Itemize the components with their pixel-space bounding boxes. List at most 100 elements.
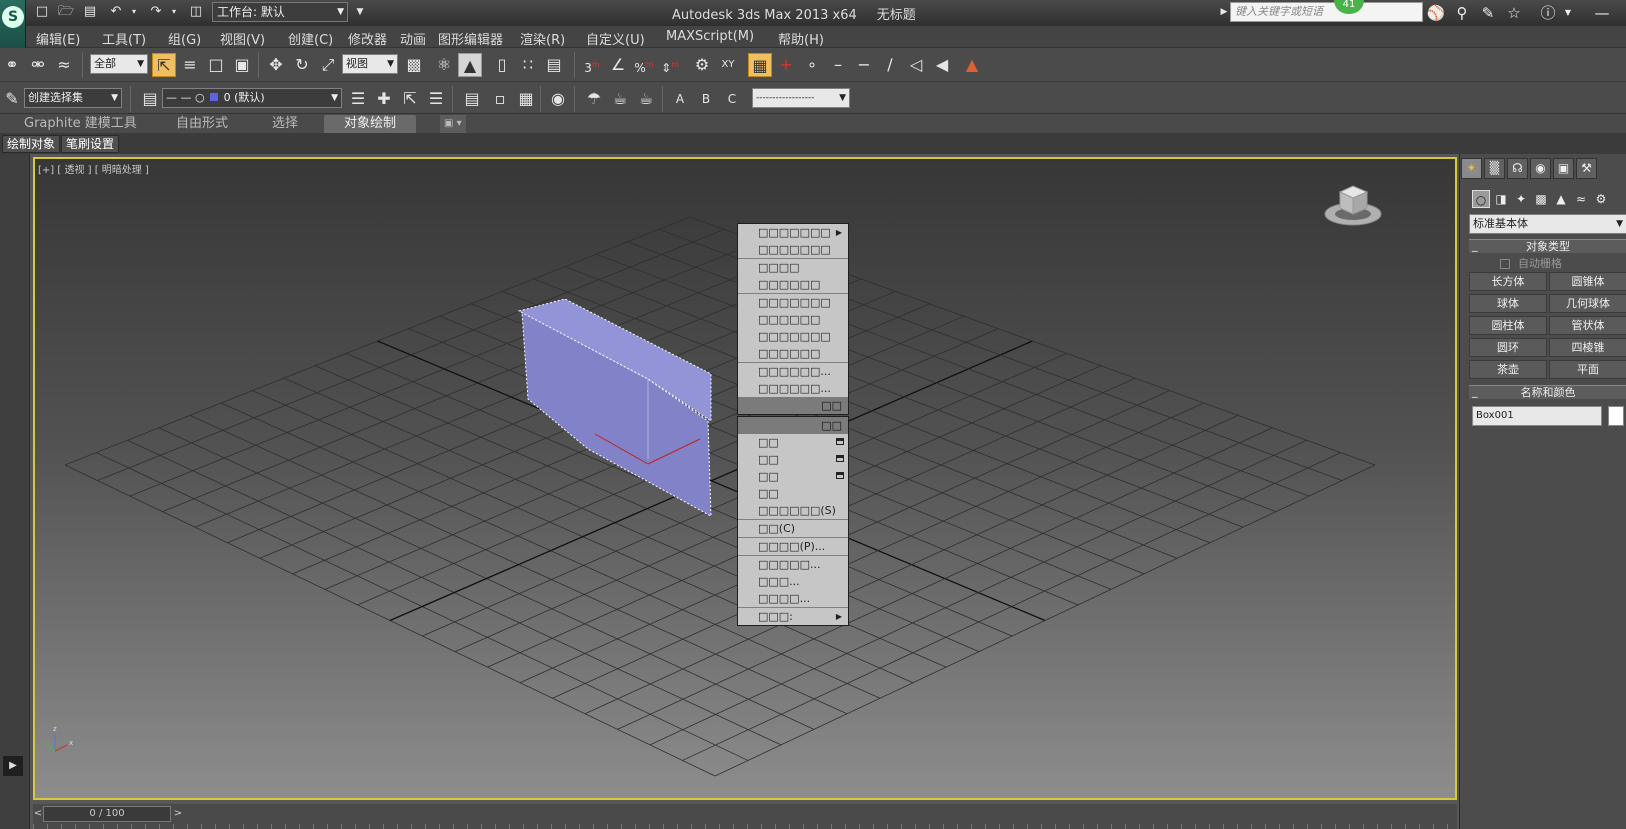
torus-button[interactable]: 圆环 bbox=[1469, 338, 1547, 357]
tab-freeform[interactable]: 自由形式 bbox=[176, 115, 228, 133]
grid-snap-icon[interactable]: ▦ bbox=[748, 53, 772, 77]
snap-tower-icon[interactable]: ▲ bbox=[960, 53, 984, 77]
selection-filter-dropdown[interactable]: 全部 ▼ bbox=[90, 54, 148, 74]
named-selection-icon[interactable]: ⚙ bbox=[690, 53, 714, 77]
mirror-icon[interactable]: ▯ bbox=[490, 53, 514, 77]
array-icon[interactable]: ∷ bbox=[516, 53, 540, 77]
tab-brush-settings[interactable]: 笔刷设置 bbox=[61, 135, 120, 153]
reference-coordinate-dropdown[interactable]: 视图 ▼ bbox=[342, 54, 398, 74]
ribbon-options-icon[interactable]: ▣ ▾ bbox=[440, 115, 466, 133]
pivot-snap-icon[interactable]: + bbox=[774, 53, 798, 77]
material-editor-icon[interactable]: ◉ bbox=[546, 87, 570, 111]
help-icon[interactable]: ⓘ bbox=[1538, 3, 1558, 23]
scale-icon[interactable]: ⤢ bbox=[316, 53, 340, 77]
quad-menu-item[interactable]: □□□□□□(S) bbox=[738, 502, 848, 519]
rendered-frame-window-icon[interactable]: ☕ bbox=[608, 87, 632, 111]
render-production-icon[interactable]: ☕ bbox=[634, 87, 658, 111]
spinner-snap-icon[interactable]: ⇕m bbox=[658, 53, 682, 77]
edit-named-selection-icon[interactable]: ✎ bbox=[0, 87, 24, 111]
snap-3d-icon[interactable]: 3m bbox=[580, 53, 604, 77]
star-icon[interactable]: ☆ bbox=[1504, 3, 1524, 23]
quad-menu-item[interactable]: □□□□□□ bbox=[738, 276, 848, 293]
center-face-snap-icon[interactable]: ◀ bbox=[930, 53, 954, 77]
render-teapot-a-icon[interactable]: A bbox=[668, 87, 692, 111]
geosphere-button[interactable]: 几何球体 bbox=[1549, 294, 1626, 313]
tab-graphite-modeling[interactable]: Graphite 建模工具 bbox=[24, 115, 137, 133]
helpers-icon[interactable]: ▲ bbox=[1552, 190, 1570, 208]
vertex-snap-icon[interactable]: ∘ bbox=[800, 53, 824, 77]
move-icon[interactable]: ✥ bbox=[264, 53, 288, 77]
tab-object-paint[interactable]: 对象绘制 bbox=[324, 115, 417, 133]
select-manipulate-icon[interactable]: ⚛ bbox=[432, 53, 456, 77]
create-tab-icon[interactable]: ✴ bbox=[1461, 158, 1482, 179]
quad-menu-item[interactable]: □□□□□□□ bbox=[738, 241, 848, 258]
quad-menu-item[interactable]: □□□... bbox=[738, 573, 848, 590]
minimize-icon[interactable]: — bbox=[1592, 3, 1612, 23]
bind-space-warp-icon[interactable]: ≈ bbox=[52, 53, 76, 77]
percent-snap-icon[interactable]: %m bbox=[632, 53, 656, 77]
viewport-label[interactable]: [+] [ 透视 ] [ 明暗处理 ] bbox=[38, 161, 149, 176]
tube-button[interactable]: 管状体 bbox=[1549, 316, 1626, 335]
settings-box-icon[interactable] bbox=[836, 438, 844, 445]
layer-dropdown[interactable]: — — ○ 0 (默认) ▼ bbox=[162, 88, 342, 108]
motion-tab-icon[interactable]: ◉ bbox=[1530, 158, 1551, 179]
quad-menu-item[interactable]: □□□: ▶ bbox=[738, 608, 848, 625]
quad-menu-item[interactable]: □□□□□... bbox=[738, 556, 848, 573]
menu-create[interactable]: 创建(C) bbox=[288, 29, 333, 48]
box-object[interactable] bbox=[517, 298, 712, 517]
next-frame-button[interactable]: > bbox=[173, 806, 183, 822]
menu-graph-editors[interactable]: 图形编辑器 bbox=[438, 29, 503, 48]
search-input[interactable]: 键入关键字或短语 bbox=[1230, 2, 1423, 22]
tab-selection[interactable]: 选择 bbox=[272, 115, 298, 133]
quad-menu-item[interactable]: □□ bbox=[738, 468, 848, 485]
rotate-icon[interactable]: ↻ bbox=[290, 53, 314, 77]
edge-snap-icon[interactable]: ∕ bbox=[878, 53, 902, 77]
menu-tools[interactable]: 工具(T) bbox=[102, 29, 146, 48]
space-warps-icon[interactable]: ≈ bbox=[1572, 190, 1590, 208]
link-icon[interactable]: ⚭ bbox=[0, 53, 24, 77]
box-button[interactable]: 长方体 bbox=[1469, 272, 1547, 291]
layer-manager-icon[interactable]: ▤ bbox=[138, 87, 162, 111]
quad-menu-item[interactable]: □□(C) bbox=[738, 520, 848, 537]
new-layer-icon[interactable]: ☰ bbox=[346, 87, 370, 111]
name-color-rollout[interactable]: _ 名称和颜色 bbox=[1469, 385, 1626, 399]
utilities-tab-icon[interactable]: ⚒ bbox=[1576, 158, 1597, 179]
menu-edit[interactable]: 编辑(E) bbox=[36, 29, 80, 48]
redo-dropdown-icon[interactable]: ▾ bbox=[166, 4, 182, 20]
render-preset-dropdown[interactable]: ------------------ ▼ bbox=[752, 88, 850, 108]
object-category-dropdown[interactable]: 标准基本体 ▼ bbox=[1469, 214, 1626, 234]
unlink-icon[interactable]: ⚮ bbox=[26, 53, 50, 77]
add-to-layer-icon[interactable]: ✚ bbox=[372, 87, 396, 111]
menu-maxscript[interactable]: MAXScript(M) bbox=[666, 29, 754, 44]
quad-menu-item[interactable]: □□ bbox=[738, 434, 848, 451]
undo-icon[interactable]: ↶ bbox=[108, 4, 124, 20]
workspace-dropdown[interactable]: 工作台: 默认 ▼ bbox=[212, 2, 348, 22]
geometry-icon[interactable]: ○ bbox=[1472, 190, 1490, 208]
menu-customize[interactable]: 自定义(U) bbox=[586, 29, 645, 48]
save-icon[interactable]: ▤ bbox=[82, 4, 98, 20]
systems-icon[interactable]: ⚙ bbox=[1592, 190, 1610, 208]
lights-icon[interactable]: ✦ bbox=[1512, 190, 1530, 208]
face-snap-icon[interactable]: ◁ bbox=[904, 53, 928, 77]
quad-menu-item[interactable]: □□ bbox=[738, 451, 848, 468]
settings-box-icon[interactable] bbox=[836, 472, 844, 479]
quad-menu-item[interactable]: □□□□□□□ bbox=[738, 294, 848, 311]
render-teapot-b-icon[interactable]: B bbox=[694, 87, 718, 111]
quad-menu-item[interactable]: □□□□(P)... bbox=[738, 538, 848, 555]
tab-paint-objects[interactable]: 绘制对象 bbox=[2, 135, 61, 153]
object-type-rollout[interactable]: _ 对象类型 bbox=[1469, 239, 1626, 253]
endpoint-snap-icon[interactable]: – bbox=[826, 53, 850, 77]
quad-menu-item[interactable]: □□□□□□... bbox=[738, 363, 848, 380]
render-setup-icon[interactable]: ☂ bbox=[582, 87, 606, 111]
cone-button[interactable]: 圆锥体 bbox=[1549, 272, 1626, 291]
object-name-field[interactable]: Box001 bbox=[1472, 406, 1602, 426]
binoculars-icon[interactable]: ⚾ bbox=[1426, 3, 1446, 23]
shapes-icon[interactable]: ◨ bbox=[1492, 190, 1510, 208]
new-file-icon[interactable]: □ bbox=[34, 4, 50, 20]
help-dropdown-icon[interactable]: ▼ bbox=[1558, 3, 1578, 23]
cylinder-button[interactable]: 圆柱体 bbox=[1469, 316, 1547, 335]
window-crossing-icon[interactable]: ▣ bbox=[230, 53, 254, 77]
communication-icon[interactable]: ✎ bbox=[1478, 3, 1498, 23]
hierarchy-tab-icon[interactable]: ☊ bbox=[1507, 158, 1528, 179]
scene-explorer-icon[interactable]: ▤ bbox=[460, 87, 484, 111]
